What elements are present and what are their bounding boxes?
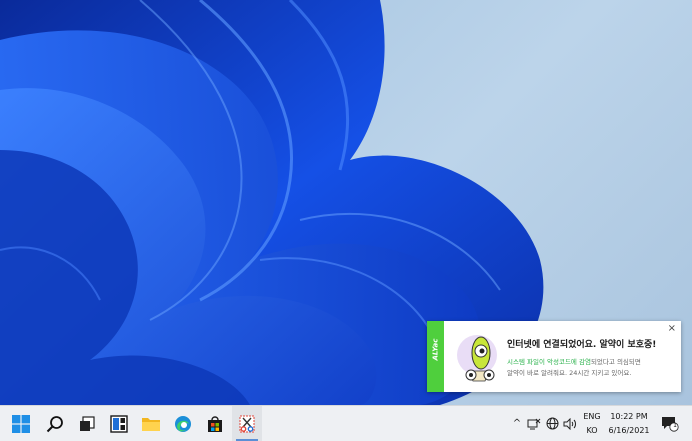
toast-app-name: ALYac <box>431 338 440 361</box>
edge-button[interactable] <box>168 406 198 441</box>
clock[interactable]: 10:22 PM 6/16/2021 <box>607 410 651 438</box>
input-language-indicator[interactable]: ENG KO <box>579 410 605 438</box>
globe-icon <box>546 417 558 430</box>
language-code: ENG <box>583 412 601 421</box>
alyac-notification-toast[interactable]: ALYac 인터넷에 연결되었어요. 알약이 보호중! 시스템 파일이 악성코드… <box>427 321 681 392</box>
globe-tray-button[interactable] <box>543 406 561 441</box>
clock-time: 10:22 PM <box>610 412 648 421</box>
notification-center-button[interactable]: 1 <box>657 406 683 441</box>
toast-message-line2: 알약이 바로 알려줘요. 24시간 지키고 있어요. <box>507 369 632 377</box>
notification-count-badge: 1 <box>673 422 677 429</box>
toast-close-button[interactable]: × <box>668 323 676 334</box>
toast-title: 인터넷에 연결되었어요. 알약이 보호중! <box>507 340 657 350</box>
edge-icon <box>175 415 191 432</box>
task-view-button[interactable] <box>72 406 102 441</box>
scissors-icon <box>239 415 255 432</box>
volume-tray-button[interactable] <box>561 406 579 441</box>
network-tray-button[interactable] <box>525 406 543 441</box>
task-view-icon <box>80 415 95 431</box>
toast-message-line1-rest: 되었다고 의심되면 <box>590 358 641 366</box>
snipping-tool-button[interactable] <box>232 406 262 441</box>
alyac-mascot-icon <box>457 335 497 382</box>
file-explorer-button[interactable] <box>136 406 166 441</box>
search-button[interactable] <box>40 406 70 441</box>
speaker-icon <box>563 417 576 430</box>
show-hidden-icons-button[interactable]: ^ <box>509 406 525 441</box>
search-icon <box>46 415 63 432</box>
toast-brand-stripe: ALYac <box>427 321 444 392</box>
start-button[interactable] <box>6 406 36 441</box>
network-disconnected-icon <box>527 418 541 429</box>
chevron-up-icon: ^ <box>512 418 522 429</box>
widgets-icon <box>110 414 128 433</box>
toast-message-line1: 시스템 파일이 악성코드에 감염되었다고 의심되면 <box>507 356 641 366</box>
clock-date: 6/16/2021 <box>608 426 650 435</box>
widgets-button[interactable] <box>104 406 134 441</box>
toast-message-highlight: 시스템 파일이 악성코드에 감염 <box>507 358 591 366</box>
folder-icon <box>142 417 160 431</box>
store-icon <box>208 415 222 432</box>
input-method-code: KO <box>586 426 598 435</box>
windows-logo-icon <box>12 414 30 433</box>
taskbar: ^ ENG KO 10:22 PM 6/16/2021 1 <box>0 405 692 441</box>
store-button[interactable] <box>200 406 230 441</box>
